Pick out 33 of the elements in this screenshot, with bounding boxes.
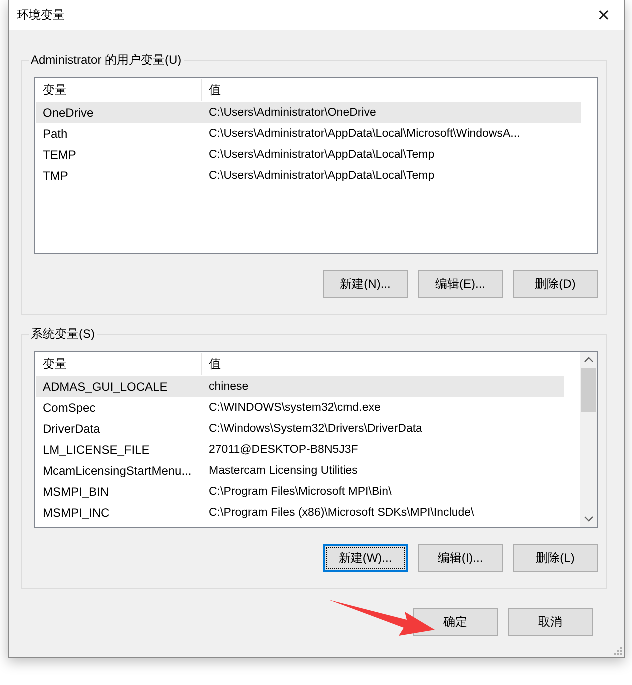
list-row[interactable]: ComSpec C:\WINDOWS\system32\cmd.exe xyxy=(36,397,564,418)
dialog-button[interactable]: 取消 xyxy=(508,608,593,636)
column-header[interactable]: 值 xyxy=(202,353,564,375)
scrollbar[interactable] xyxy=(580,352,597,527)
column-header[interactable]: 值 xyxy=(202,79,581,101)
list-row[interactable]: ADMAS_GUI_LOCALE chinese xyxy=(36,376,564,397)
column-header[interactable]: 变量 xyxy=(36,79,202,101)
dialog-button[interactable]: 新建(W)... xyxy=(323,544,408,572)
list-row[interactable]: McamLicensingStartMenu... Mastercam Licensing Utilities xyxy=(36,460,564,481)
dialog-button[interactable]: 确定 xyxy=(413,608,498,636)
dialog-button[interactable]: 新建(N)... xyxy=(323,270,408,298)
list-row[interactable]: TEMP C:\Users\Administrator\AppData\Local\Temp xyxy=(36,144,581,165)
dialog-button[interactable]: 删除(D) xyxy=(513,270,598,298)
list-row[interactable]: OneDrive C:\Users\Administrator\OneDrive xyxy=(36,102,581,123)
dialog-button[interactable]: 编辑(E)... xyxy=(418,270,503,298)
scroll-up-icon[interactable] xyxy=(584,357,594,363)
dialog-button[interactable]: 编辑(I)... xyxy=(418,544,503,572)
group-title: 系统变量(S) xyxy=(29,326,97,343)
scroll-thumb[interactable] xyxy=(581,368,596,412)
column-header[interactable]: 变量 xyxy=(36,353,202,375)
scroll-down-icon[interactable] xyxy=(584,516,594,522)
list-row[interactable]: LM_LICENSE_FILE 27011@DESKTOP-B8N5J3F xyxy=(36,439,564,460)
resize-grip-icon[interactable] xyxy=(614,647,622,655)
list-row[interactable]: DriverData C:\Windows\System32\Drivers\DriverData xyxy=(36,418,564,439)
list-row[interactable]: MSMPI_INC C:\Program Files (x86)\Microsoft SDKs\MPI\Include\ xyxy=(36,502,564,523)
close-button[interactable]: ✕ xyxy=(584,0,624,30)
group-title: Administrator 的用户变量(U) xyxy=(29,52,184,69)
list-row[interactable]: Path C:\Users\Administrator\AppData\Local\Microsoft\WindowsA... xyxy=(36,123,581,144)
arrow-icon xyxy=(327,598,437,638)
dialog-button[interactable]: 删除(L) xyxy=(513,544,598,572)
window-title: 环境变量 xyxy=(17,6,65,24)
list-row[interactable]: TMP C:\Users\Administrator\AppData\Local\Temp xyxy=(36,165,581,186)
list-row[interactable]: MSMPI_BIN C:\Program Files\Microsoft MPI\Bin\ xyxy=(36,481,564,502)
